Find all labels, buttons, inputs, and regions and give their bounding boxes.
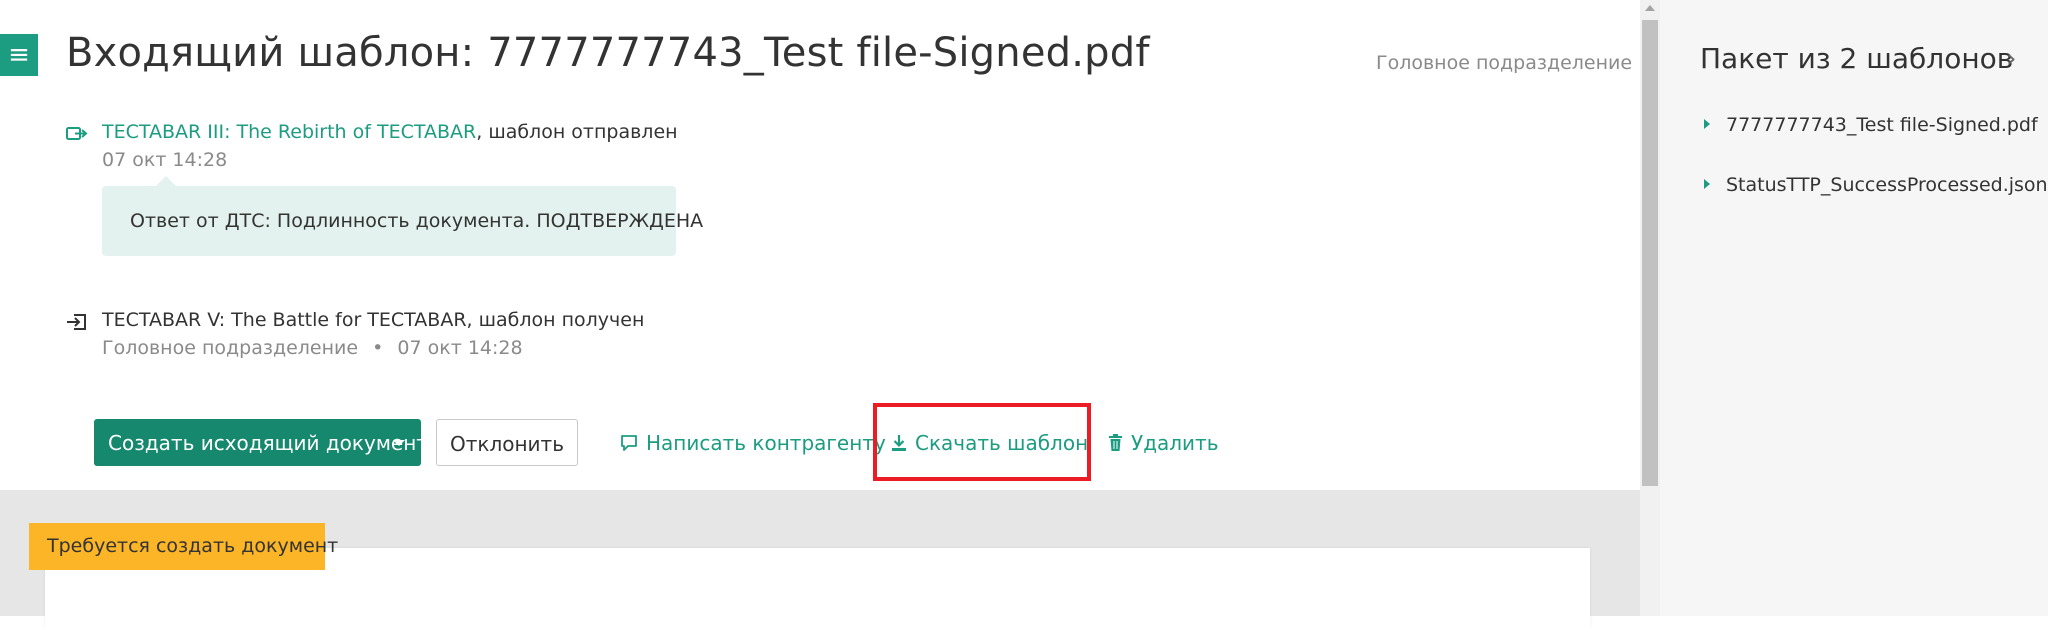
sent-icon — [66, 127, 88, 140]
package-title[interactable]: Пакет из 2 шаблонов — [1700, 42, 2013, 75]
hamburger-menu-icon: ≡ — [8, 40, 30, 70]
scrollbar-thumb[interactable] — [1642, 20, 1658, 486]
scroll-up-icon[interactable] — [1645, 5, 1655, 11]
event-department: Головное подразделение — [102, 337, 359, 359]
message-text: Ответ от ДТС: Подлинность документа. ПОД… — [130, 210, 704, 232]
delete-label: Удалить — [1131, 431, 1219, 455]
event-time: 07 окт 14:28 — [397, 337, 523, 359]
event-status: , шаблон получен — [466, 309, 645, 331]
event-sender: TECTABAR V: The Battle for TECTABAR — [102, 309, 467, 331]
package-sidebar: Пакет из 2 шаблонов › 7777777743_Test fi… — [1660, 0, 2048, 616]
chat-bubble-icon — [621, 435, 637, 451]
main-panel: ≡ Входящий шаблон: 7777777743_Test file-… — [0, 0, 1640, 628]
create-outgoing-label: Создать исходящий документ — [108, 431, 428, 455]
caret-right-icon — [1704, 119, 1710, 129]
caret-down-icon[interactable] — [393, 440, 405, 446]
caret-right-icon — [1704, 179, 1710, 189]
event-sender-link[interactable]: TECTABAR III: The Rebirth of TECTABAR — [102, 121, 476, 143]
delete-link[interactable]: Удалить — [1108, 431, 1219, 455]
trash-icon — [1109, 434, 1122, 451]
write-counterparty-label: Написать контрагенту — [646, 431, 886, 455]
department-label: Головное подразделение — [1376, 52, 1633, 74]
create-outgoing-button[interactable]: Создать исходящий документ — [94, 419, 428, 466]
menu-button[interactable]: ≡ — [0, 34, 38, 76]
event-time: 07 окт 14:28 — [102, 149, 228, 171]
required-ribbon: Требуется создать документ — [29, 523, 338, 570]
reject-button[interactable]: Отклонить — [436, 419, 578, 466]
message-bubble: Ответ от ДТС: Подлинность документа. ПОД… — [102, 176, 703, 256]
chevron-right-icon[interactable]: › — [2006, 44, 2016, 74]
event-status: , шаблон отправлен — [476, 121, 678, 143]
page-title: Входящий шаблон: 7777777743_Test file-Si… — [66, 30, 1150, 76]
package-file-item[interactable]: StatusTTP_SuccessProcessed.json — [1704, 174, 2048, 196]
write-counterparty-link[interactable]: Написать контрагенту — [620, 431, 886, 455]
package-file-label: StatusTTP_SuccessProcessed.json — [1726, 174, 2048, 196]
package-file-label: 7777777743_Test file-Signed.pdf — [1726, 114, 2038, 136]
received-icon — [67, 314, 86, 330]
separator-dot: • — [372, 337, 384, 359]
scrollbar[interactable] — [1640, 0, 1660, 616]
package-file-item[interactable]: 7777777743_Test file-Signed.pdf — [1704, 114, 2038, 136]
highlight-box — [873, 403, 1091, 481]
